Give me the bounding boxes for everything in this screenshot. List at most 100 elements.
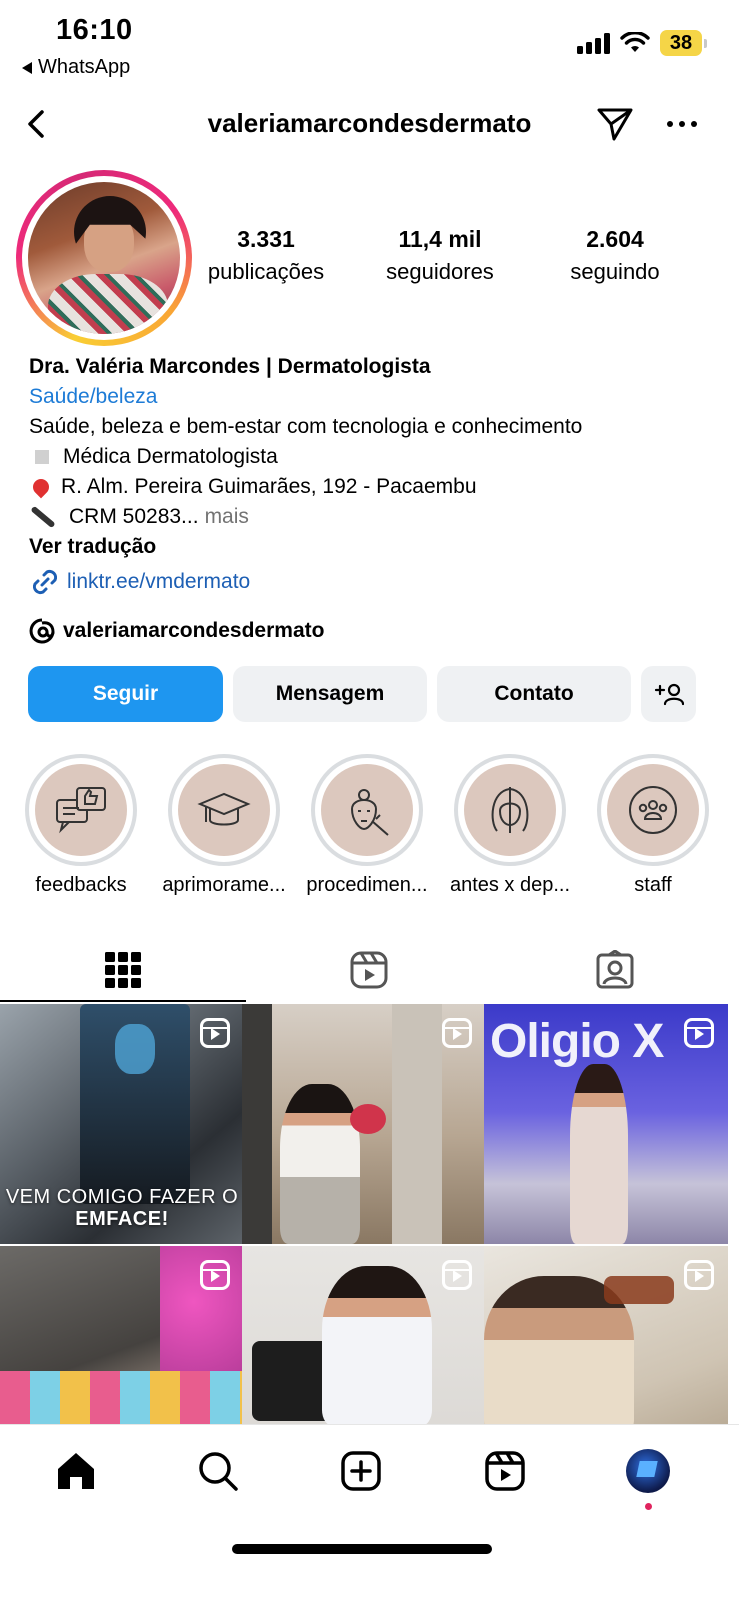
profile-display-name: Dra. Valéria Marcondes | Dermatologista [29, 355, 431, 378]
bio-more-link[interactable]: mais [205, 502, 249, 532]
profile-avatar [28, 182, 180, 334]
bio-line-4: CRM 50283... [69, 505, 199, 528]
highlight-aprimoramento[interactable]: aprimorame... [162, 754, 286, 896]
more-icon[interactable] [662, 110, 702, 138]
bio-line-1: Saúde, beleza e bem-estar com tecnologia… [29, 415, 583, 438]
threads-handle: valeriamarcondesdermato [63, 619, 325, 642]
highlight-cover [35, 764, 127, 856]
post-tile[interactable] [242, 1246, 486, 1424]
highlight-cover [178, 764, 270, 856]
highlight-staff[interactable]: staff [597, 754, 709, 896]
graduation-cap-icon [197, 792, 251, 826]
chat-thumbs-up-icon [56, 787, 106, 834]
nav-search[interactable] [190, 1443, 246, 1499]
post-caption-bold: EMFACE! [75, 1208, 169, 1230]
back-to-app-link[interactable]: WhatsApp [22, 56, 130, 79]
cellular-signal-icon [577, 32, 610, 54]
square-icon [35, 450, 49, 464]
profile-avatar-story-ring[interactable] [16, 170, 192, 346]
highlight-cover [321, 764, 413, 856]
highlight-cover [464, 764, 556, 856]
status-indicators: 38 [577, 30, 707, 56]
threads-icon [29, 618, 55, 644]
stat-followers[interactable]: 11,4 mil seguidores [360, 226, 520, 285]
profile-bio: Dra. Valéria Marcondes | Dermatologista … [29, 352, 719, 598]
highlight-ring [597, 754, 709, 866]
battery-indicator: 38 [660, 30, 707, 56]
highlight-ring [311, 754, 423, 866]
posts-grid: VEM COMIGO FAZER O EMFACE! Oligio X [0, 1004, 739, 1424]
reel-badge-icon [200, 1260, 230, 1290]
bio-line-2-row: Médica Dermatologista [29, 442, 719, 472]
follow-button[interactable]: Seguir [28, 666, 223, 722]
before-after-face-icon [491, 787, 529, 833]
reel-badge-icon [684, 1260, 714, 1290]
tab-tagged[interactable] [492, 940, 738, 1000]
post-tile[interactable]: Oligio X [484, 1004, 728, 1244]
wifi-icon [620, 32, 650, 52]
post-flowers [350, 1104, 386, 1134]
suggest-people-button[interactable] [641, 666, 696, 722]
reel-badge-icon [200, 1018, 230, 1048]
reel-badge-icon [684, 1018, 714, 1048]
post-person-shape [322, 1266, 432, 1424]
highlight-cover [607, 764, 699, 856]
status-bar: 16:10 WhatsApp 38 [0, 0, 739, 88]
highlight-label: feedbacks [35, 874, 127, 896]
nav-profile[interactable] [620, 1443, 676, 1510]
post-caption: VEM COMIGO FAZER O EMFACE! [0, 1186, 244, 1230]
nav-create[interactable] [333, 1443, 389, 1499]
contact-button[interactable]: Contato [437, 666, 631, 722]
post-tile[interactable] [242, 1004, 486, 1244]
post-device-face [115, 1024, 155, 1074]
post-brand-text: Oligio X [490, 1015, 664, 1068]
highlight-label: aprimorame... [162, 874, 286, 896]
reel-badge-icon [442, 1018, 472, 1048]
profile-category[interactable]: Saúde/beleza [29, 382, 719, 412]
reel-badge-icon [442, 1260, 472, 1290]
stat-following-value: 2.604 [586, 226, 644, 252]
send-icon[interactable] [594, 103, 636, 145]
face-injection-icon [350, 789, 389, 836]
stat-following[interactable]: 2.604 seguindo [535, 226, 695, 285]
nav-home[interactable] [48, 1443, 104, 1499]
highlight-label: procedimen... [306, 874, 428, 896]
see-translation-link[interactable]: Ver tradução [29, 532, 719, 562]
battery-nub [704, 38, 707, 48]
nav-reels[interactable] [477, 1443, 533, 1499]
bio-line-3: R. Alm. Pereira Guimarães, 192 - Pacaemb… [61, 475, 477, 498]
post-person-shape [280, 1084, 360, 1244]
grid-icon [105, 952, 141, 988]
post-tile[interactable]: VEM COMIGO FAZER O EMFACE! [0, 1004, 244, 1244]
stat-posts[interactable]: 3.331 publicações [186, 226, 346, 285]
message-button[interactable]: Mensagem [233, 666, 427, 722]
create-icon [341, 1451, 381, 1491]
bio-line-2: Médica Dermatologista [63, 445, 278, 468]
bottom-navigation [0, 1424, 739, 1600]
stat-following-label: seguindo [570, 259, 660, 284]
post-tile[interactable] [0, 1246, 244, 1424]
post-colorful-strip [0, 1371, 244, 1424]
battery-level: 38 [660, 30, 702, 56]
link-icon [32, 569, 58, 595]
home-icon [58, 1453, 94, 1489]
bio-link-row[interactable]: linktr.ee/vmdermato [29, 566, 719, 598]
bio-line-3-row: R. Alm. Pereira Guimarães, 192 - Pacaemb… [29, 472, 719, 502]
profile-avatar [626, 1449, 670, 1493]
highlight-procedimentos[interactable]: procedimen... [306, 754, 428, 896]
highlight-label: antes x dep... [449, 874, 571, 896]
highlight-ring [25, 754, 137, 866]
home-indicator [232, 1544, 492, 1554]
post-caption-regular: VEM COMIGO FAZER O [5, 1186, 239, 1208]
location-pin-icon [29, 475, 53, 499]
pen-icon [30, 505, 56, 529]
highlight-feedbacks[interactable]: feedbacks [25, 754, 137, 896]
threads-badge[interactable]: valeriamarcondesdermato [29, 618, 324, 644]
search-icon [199, 1452, 238, 1491]
tab-posts[interactable] [0, 940, 246, 1002]
tab-reels[interactable] [246, 940, 492, 1000]
highlight-antes-depois[interactable]: antes x dep... [450, 754, 570, 896]
post-door-frame [242, 1004, 272, 1244]
stat-posts-value: 3.331 [237, 226, 295, 252]
post-tile[interactable] [484, 1246, 728, 1424]
